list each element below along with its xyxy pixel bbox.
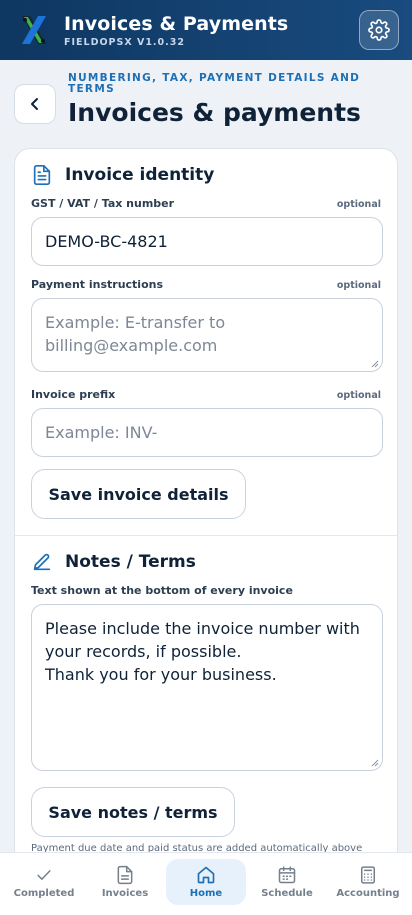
home-icon [197, 866, 215, 884]
payment-instructions-textarea[interactable]: Example: E-transfer to billing@example.c… [31, 298, 383, 372]
nav-item-accounting[interactable]: Accounting [328, 859, 408, 905]
nav-label-schedule: Schedule [261, 888, 313, 899]
app-title: Invoices & Payments [64, 13, 289, 35]
invoice-identity-header: Invoice identity [31, 164, 214, 186]
nav-item-home[interactable]: Home [166, 859, 246, 905]
nav-label-home: Home [189, 888, 223, 899]
invoice-prefix-label: Invoice prefix [31, 388, 116, 401]
invoice-prefix-optional: optional [336, 390, 381, 401]
notes-terms-line-1: Please include the invoice number with y… [45, 619, 360, 661]
back-button[interactable] [14, 84, 56, 124]
page-eyebrow: NUMBERING, TAX, PAYMENT DETAILS AND TERM… [68, 72, 361, 95]
nav-item-completed[interactable]: Completed [4, 859, 84, 905]
resize-handle-icon[interactable] [371, 360, 379, 368]
tax-number-optional: optional [336, 199, 381, 210]
chevron-left-icon [31, 98, 38, 110]
notes-terms-title: Notes / Terms [65, 552, 196, 572]
resize-handle-icon[interactable] [371, 759, 379, 767]
check-icon [37, 870, 51, 880]
save-notes-terms-button[interactable]: Save notes / terms [31, 787, 235, 837]
invoice-prefix-input[interactable]: Example: INV- [31, 408, 383, 457]
nav-item-invoices[interactable]: Invoices [85, 859, 165, 905]
notes-terms-textarea[interactable]: Please include the invoice number with y… [31, 604, 383, 771]
nav-label-invoices: Invoices [101, 888, 149, 899]
notes-terms-label: Text shown at the bottom of every invoic… [31, 584, 293, 597]
pencil-icon [33, 553, 51, 571]
tax-number-label: GST / VAT / Tax number [31, 197, 175, 210]
document-icon [117, 865, 133, 885]
tax-number-input[interactable]: DEMO-BC-4821 [31, 217, 383, 266]
calculator-icon [361, 866, 375, 884]
nav-item-schedule[interactable]: Schedule [247, 859, 327, 905]
app-logo-icon [22, 16, 46, 44]
notes-terms-header: Notes / Terms [31, 551, 196, 573]
document-icon [33, 165, 51, 185]
settings-card: Invoice identity GST / VAT / Tax number … [14, 148, 398, 868]
notes-terms-line-2: Thank you for your business. [45, 665, 277, 684]
payment-instructions-optional: optional [336, 280, 381, 291]
app-version: FIELDOPSX V1.0.32 [64, 37, 185, 48]
payment-instructions-placeholder: Example: E-transfer to billing@example.c… [45, 313, 226, 355]
save-invoice-details-button[interactable]: Save invoice details [31, 469, 246, 519]
settings-button[interactable] [359, 10, 399, 50]
nav-label-accounting: Accounting [336, 888, 400, 899]
app-bar: Invoices & Payments FIELDOPSX V1.0.32 [0, 0, 412, 60]
bottom-nav: Completed Invoices Home Schedule Account… [0, 852, 412, 915]
gear-icon [368, 19, 390, 41]
section-divider [15, 535, 397, 536]
calendar-icon [278, 866, 296, 884]
nav-label-completed: Completed [13, 888, 75, 899]
payment-instructions-label: Payment instructions [31, 278, 164, 291]
invoice-identity-title: Invoice identity [65, 165, 215, 185]
page-title: Invoices & payments [68, 98, 361, 127]
